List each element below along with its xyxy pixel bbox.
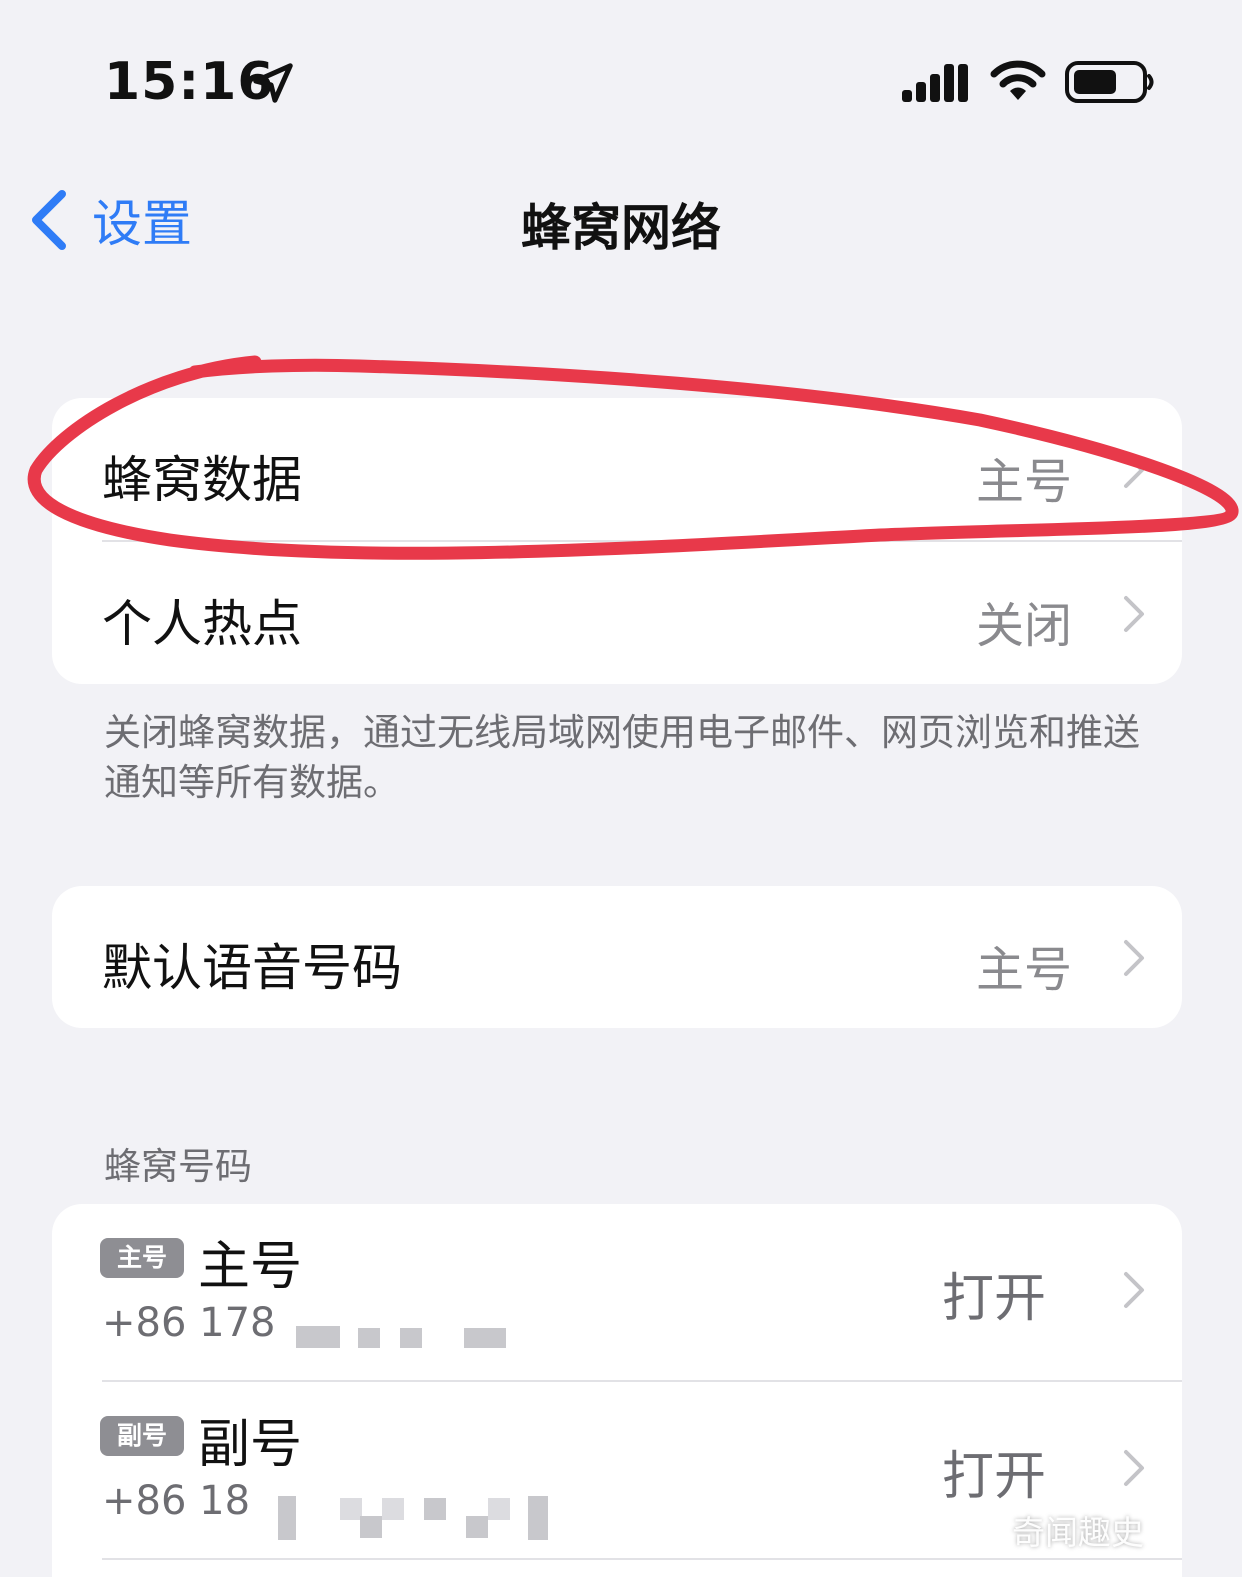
voice-line-group: 默认语音号码 主号 xyxy=(52,886,1182,1028)
cellular-signal-icon xyxy=(902,64,968,102)
row-divider xyxy=(102,1558,1182,1560)
navigation-bar: 设置 蜂窝网络 xyxy=(0,170,1242,270)
redaction-block xyxy=(340,1498,362,1520)
location-arrow-icon xyxy=(253,63,293,103)
secondary-line-badge: 副号 xyxy=(100,1416,184,1456)
cellular-settings-group: 蜂窝数据 主号 个人热点 关闭 xyxy=(52,398,1182,684)
battery-icon xyxy=(1065,61,1154,103)
chevron-right-icon xyxy=(1124,452,1144,488)
chevron-right-icon xyxy=(1124,940,1144,976)
secondary-line-name: 副号 xyxy=(198,1415,303,1475)
chevron-right-icon xyxy=(1124,1272,1144,1308)
chevron-right-icon xyxy=(1124,596,1144,632)
secondary-line-status: 打开 xyxy=(941,1447,1046,1507)
cellular-data-row[interactable]: 蜂窝数据 主号 xyxy=(52,398,1182,540)
redaction-block xyxy=(464,1328,506,1348)
default-voice-line-row[interactable]: 默认语音号码 主号 xyxy=(52,886,1182,1028)
redaction-block xyxy=(488,1498,510,1520)
default-voice-line-value: 主号 xyxy=(975,942,1072,998)
redaction-block xyxy=(358,1328,380,1348)
cellular-data-label: 蜂窝数据 xyxy=(102,451,302,509)
redaction-block xyxy=(400,1328,422,1348)
redaction-block xyxy=(278,1496,296,1540)
redaction-block xyxy=(466,1516,488,1538)
secondary-line-number: +86 18 xyxy=(102,1478,251,1524)
wifi-icon xyxy=(990,60,1046,100)
status-bar: 15:16 xyxy=(0,0,1242,160)
personal-hotspot-row[interactable]: 个人热点 关闭 xyxy=(52,542,1182,684)
primary-line-number: +86 178 xyxy=(102,1300,276,1346)
watermark-text: 奇闻趣史 xyxy=(1012,1513,1144,1552)
primary-line-status: 打开 xyxy=(941,1269,1046,1329)
default-voice-line-label: 默认语音号码 xyxy=(102,939,402,997)
cellular-data-footer: 关闭蜂窝数据，通过无线局域网使用电子邮件、网页浏览和推送通知等所有数据。 xyxy=(104,711,1140,804)
redaction-block xyxy=(360,1516,382,1538)
cellular-data-value: 主号 xyxy=(975,454,1072,510)
primary-line-badge: 主号 xyxy=(100,1238,184,1278)
redaction-block xyxy=(382,1498,404,1520)
status-time: 15:16 xyxy=(104,52,275,112)
page-title: 蜂窝网络 xyxy=(521,199,721,257)
primary-line-row[interactable]: 主号 主号 +86 178 打开 xyxy=(52,1204,1182,1380)
personal-hotspot-value: 关闭 xyxy=(975,598,1072,654)
redaction-block xyxy=(424,1498,446,1520)
section-header-cellular-lines: 蜂窝号码 xyxy=(104,1145,252,1188)
redaction-block xyxy=(528,1496,548,1540)
redaction-block xyxy=(296,1326,340,1348)
chevron-right-icon xyxy=(1124,1450,1144,1486)
primary-line-name: 主号 xyxy=(198,1237,303,1297)
personal-hotspot-label: 个人热点 xyxy=(102,595,302,653)
